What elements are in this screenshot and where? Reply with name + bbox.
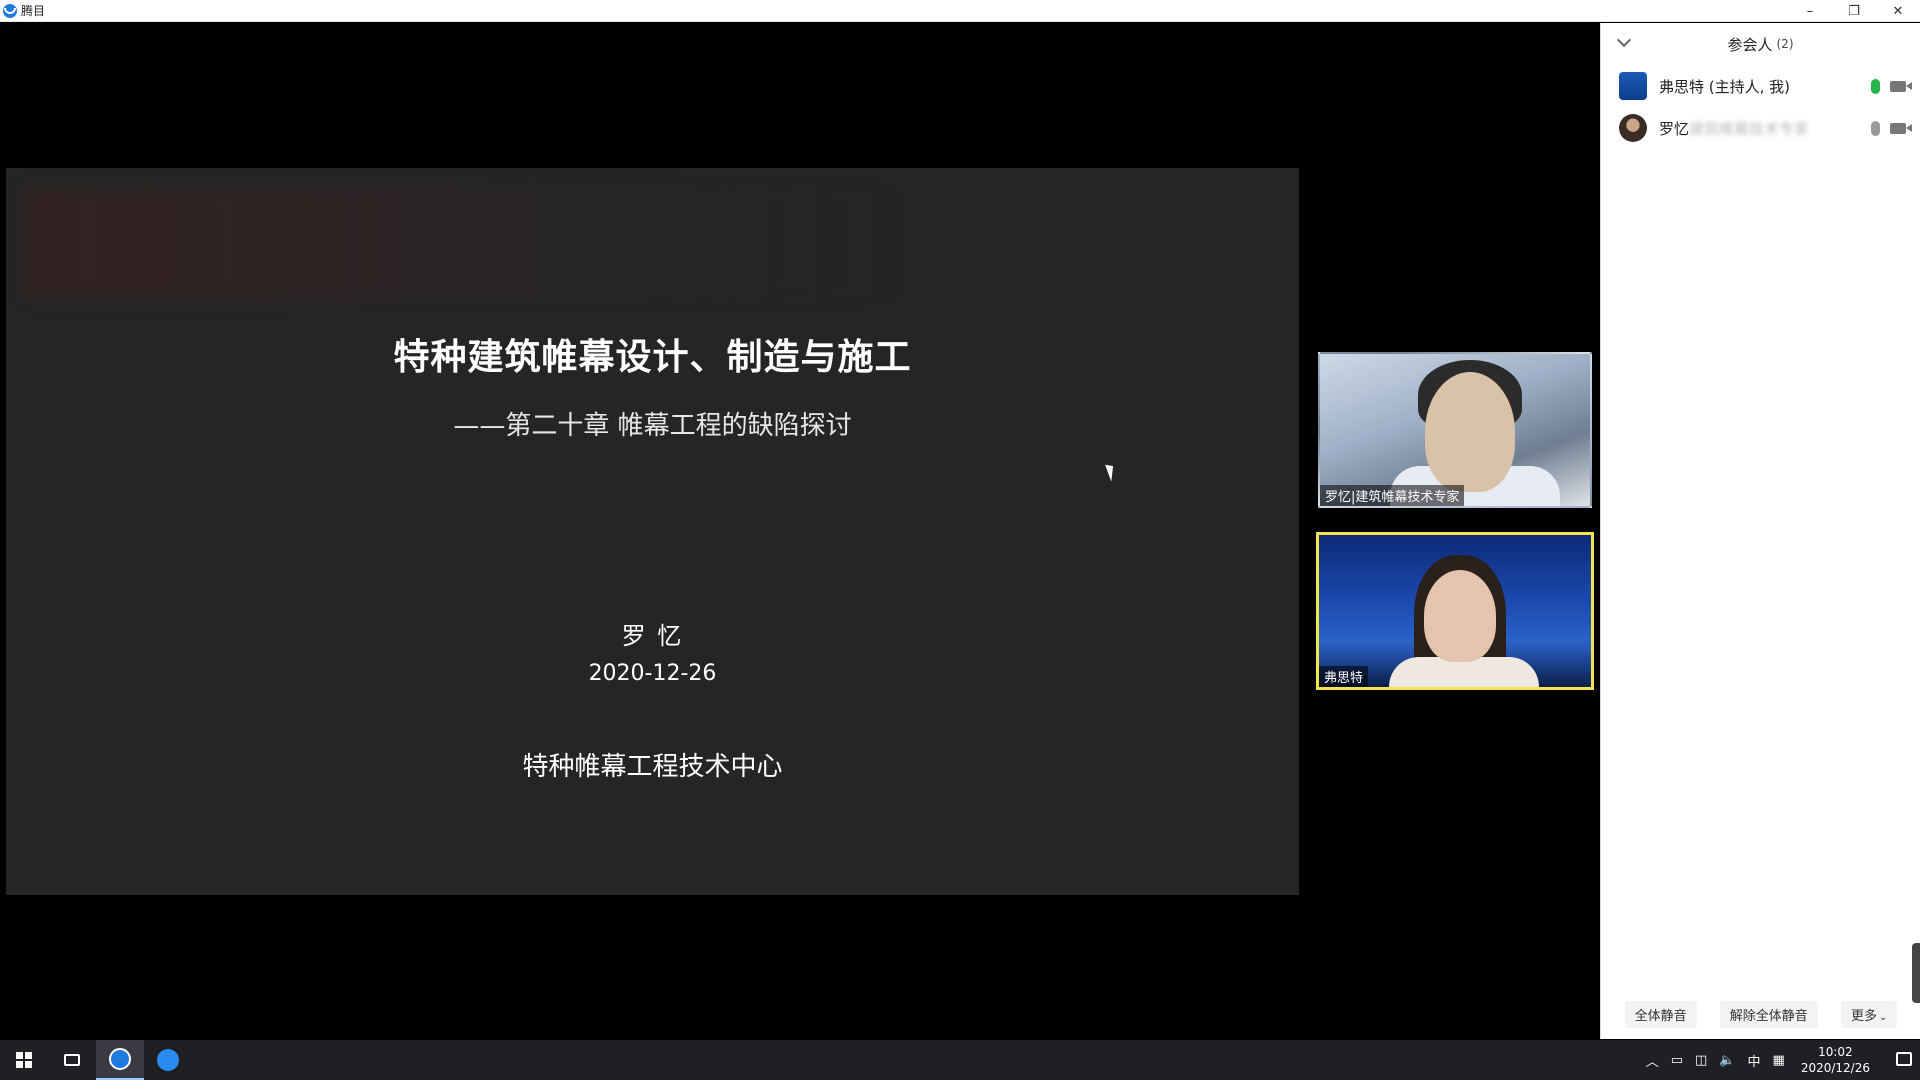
- video-tile-label: 弗思特: [1319, 666, 1369, 687]
- participant-name: 弗思特 (主持人, 我): [1659, 77, 1791, 96]
- participants-footer: 全体静音 解除全体静音 更多 ⌄: [1601, 999, 1920, 1029]
- system-tray: ︿ ▭ ◫ 🔈 中 ▦ 10:02 2020/12/26: [1640, 1040, 1880, 1080]
- app-logo-icon: [3, 3, 17, 18]
- avatar: [1619, 72, 1647, 100]
- chevron-down-icon: ⌄: [1879, 1011, 1888, 1023]
- participants-header: 参会人 (2): [1601, 23, 1920, 65]
- participants-title: 参会人: [1727, 35, 1773, 54]
- keyboard-icon[interactable]: ▦: [1773, 1053, 1785, 1068]
- restore-button[interactable]: ❐: [1832, 0, 1876, 22]
- video-tile-host[interactable]: 弗思特: [1316, 532, 1594, 690]
- participants-panel: 参会人 (2) 弗思特 (主持人, 我) 罗忆 建筑帷幕技术专家 全体静音 解除…: [1600, 23, 1920, 1039]
- shared-slide: 特种建筑帷幕设计、制造与施工 ——第二十章 帷幕工程的缺陷探讨 罗 忆 2020…: [6, 168, 1299, 895]
- title-bar: 腾目 – ❐ ✕: [0, 0, 1920, 22]
- unmute-all-button[interactable]: 解除全体静音: [1719, 1000, 1818, 1028]
- start-button[interactable]: [0, 1040, 48, 1080]
- slide-author: 罗 忆: [621, 622, 684, 650]
- more-button-label: 更多: [1851, 1008, 1878, 1024]
- chevron-up-icon[interactable]: ︿: [1646, 1051, 1659, 1070]
- task-view-icon: [64, 1054, 80, 1066]
- slide-title: 特种建筑帷幕设计、制造与施工: [393, 337, 912, 378]
- taskbar-app-meeting[interactable]: [96, 1040, 144, 1080]
- participant-row[interactable]: 弗思特 (主持人, 我): [1601, 65, 1920, 107]
- video-tile-label: 罗忆|建筑帷幕技术专家: [1320, 485, 1465, 506]
- battery-icon[interactable]: ▭: [1671, 1053, 1683, 1068]
- clock-date: 2020/12/26: [1800, 1061, 1870, 1075]
- taskbar-app-browser[interactable]: [144, 1040, 192, 1080]
- ime-indicator[interactable]: 中: [1748, 1051, 1761, 1070]
- mute-all-button[interactable]: 全体静音: [1624, 1000, 1697, 1028]
- meeting-stage: 特种建筑帷幕设计、制造与施工 ——第二十章 帷幕工程的缺陷探讨 罗 忆 2020…: [0, 23, 1600, 1039]
- slide-date: 2020-12-26: [588, 661, 717, 686]
- participant-name-blurred: 建筑帷幕技术专家: [1689, 119, 1810, 138]
- slide-subtitle: ——第二十章 帷幕工程的缺陷探讨: [453, 411, 852, 441]
- clock-time: 10:02: [1818, 1045, 1853, 1059]
- taskbar: ︿ ▭ ◫ 🔈 中 ▦ 10:02 2020/12/26: [0, 1040, 1920, 1080]
- browser-app-icon: [157, 1049, 179, 1071]
- camera-icon[interactable]: [1890, 122, 1912, 134]
- participant-row[interactable]: 罗忆 建筑帷幕技术专家: [1601, 107, 1920, 149]
- task-view-button[interactable]: [48, 1040, 96, 1080]
- notification-icon[interactable]: [1896, 1052, 1912, 1066]
- close-button[interactable]: ✕: [1876, 0, 1920, 22]
- participant-name: 罗忆: [1659, 119, 1690, 138]
- volume-icon[interactable]: 🔈: [1719, 1053, 1735, 1068]
- app-title: 腾目: [21, 4, 46, 18]
- chevron-down-icon[interactable]: [1616, 32, 1632, 48]
- network-icon[interactable]: ◫: [1695, 1053, 1707, 1068]
- slide-organization: 特种帷幕工程技术中心: [522, 752, 783, 782]
- camera-icon[interactable]: [1890, 80, 1912, 92]
- video-person-face: [1424, 570, 1496, 662]
- more-button[interactable]: 更多 ⌄: [1841, 1000, 1898, 1028]
- minimize-button[interactable]: –: [1788, 0, 1832, 22]
- participants-count: (2): [1776, 37, 1794, 51]
- side-handle[interactable]: [1912, 943, 1920, 1003]
- microphone-muted-icon[interactable]: [1871, 120, 1880, 136]
- windows-icon: [16, 1052, 32, 1068]
- video-person-face: [1425, 372, 1515, 492]
- clock[interactable]: 10:02 2020/12/26: [1801, 1044, 1870, 1076]
- window-controls: – ❐ ✕: [1788, 0, 1920, 22]
- meeting-app-icon: [109, 1048, 131, 1070]
- slide-ghost-overlay: [26, 188, 906, 298]
- video-tile-speaker[interactable]: 罗忆|建筑帷幕技术专家: [1318, 352, 1592, 508]
- avatar: [1619, 114, 1647, 142]
- microphone-icon[interactable]: [1871, 78, 1880, 94]
